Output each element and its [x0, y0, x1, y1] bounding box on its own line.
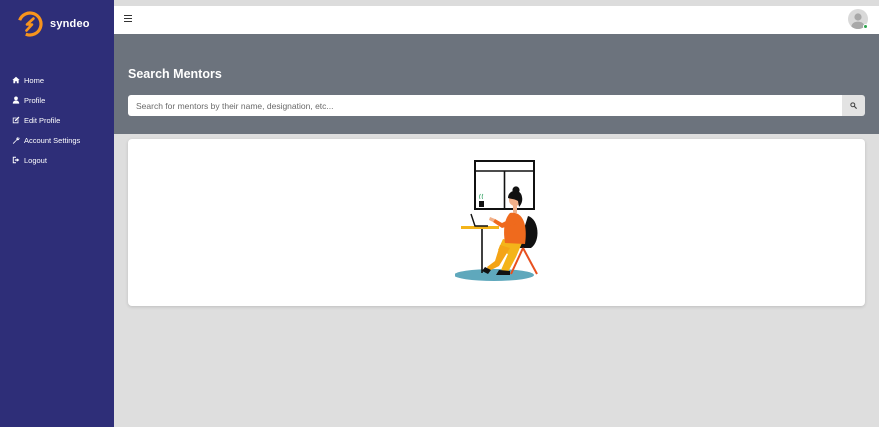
- sidebar-item-account-settings[interactable]: Account Settings: [11, 130, 80, 150]
- search-icon: [850, 102, 857, 109]
- sidebar-item-profile[interactable]: Profile: [11, 90, 80, 110]
- sidebar-item-label: Logout: [24, 155, 47, 165]
- sidebar-item-label: Profile: [24, 95, 46, 105]
- edit-icon: [11, 116, 20, 125]
- sidebar-nav: Home Profile Edit Profile Account Settin…: [11, 70, 80, 170]
- wrench-icon: [11, 136, 20, 145]
- search-input[interactable]: [128, 95, 842, 116]
- home-icon: [11, 76, 20, 85]
- search-button[interactable]: [842, 95, 865, 116]
- brand[interactable]: syndeo: [17, 10, 90, 38]
- top-bar: [114, 6, 879, 34]
- user-icon: [11, 96, 20, 105]
- search-bar: [128, 95, 865, 116]
- search-header: Search Mentors: [114, 34, 879, 134]
- syndeo-logo-icon: [17, 11, 43, 37]
- sidebar-item-label: Home: [24, 75, 45, 85]
- online-status-badge: [863, 24, 868, 29]
- sidebar: syndeo Home Profile Edit Profile Account…: [0, 0, 114, 427]
- sidebar-item-label: Account Settings: [24, 135, 81, 145]
- page-title: Search Mentors: [128, 67, 222, 81]
- brand-name: syndeo: [50, 18, 90, 30]
- sidebar-item-label: Edit Profile: [24, 115, 61, 125]
- logout-icon: [11, 156, 20, 165]
- sidebar-item-home[interactable]: Home: [11, 70, 80, 90]
- hamburger-icon[interactable]: [124, 15, 133, 24]
- woman-working-at-desk-illustration: [455, 160, 538, 281]
- results-card: [128, 139, 865, 306]
- sidebar-item-edit-profile[interactable]: Edit Profile: [11, 110, 80, 130]
- sidebar-item-logout[interactable]: Logout: [11, 150, 80, 170]
